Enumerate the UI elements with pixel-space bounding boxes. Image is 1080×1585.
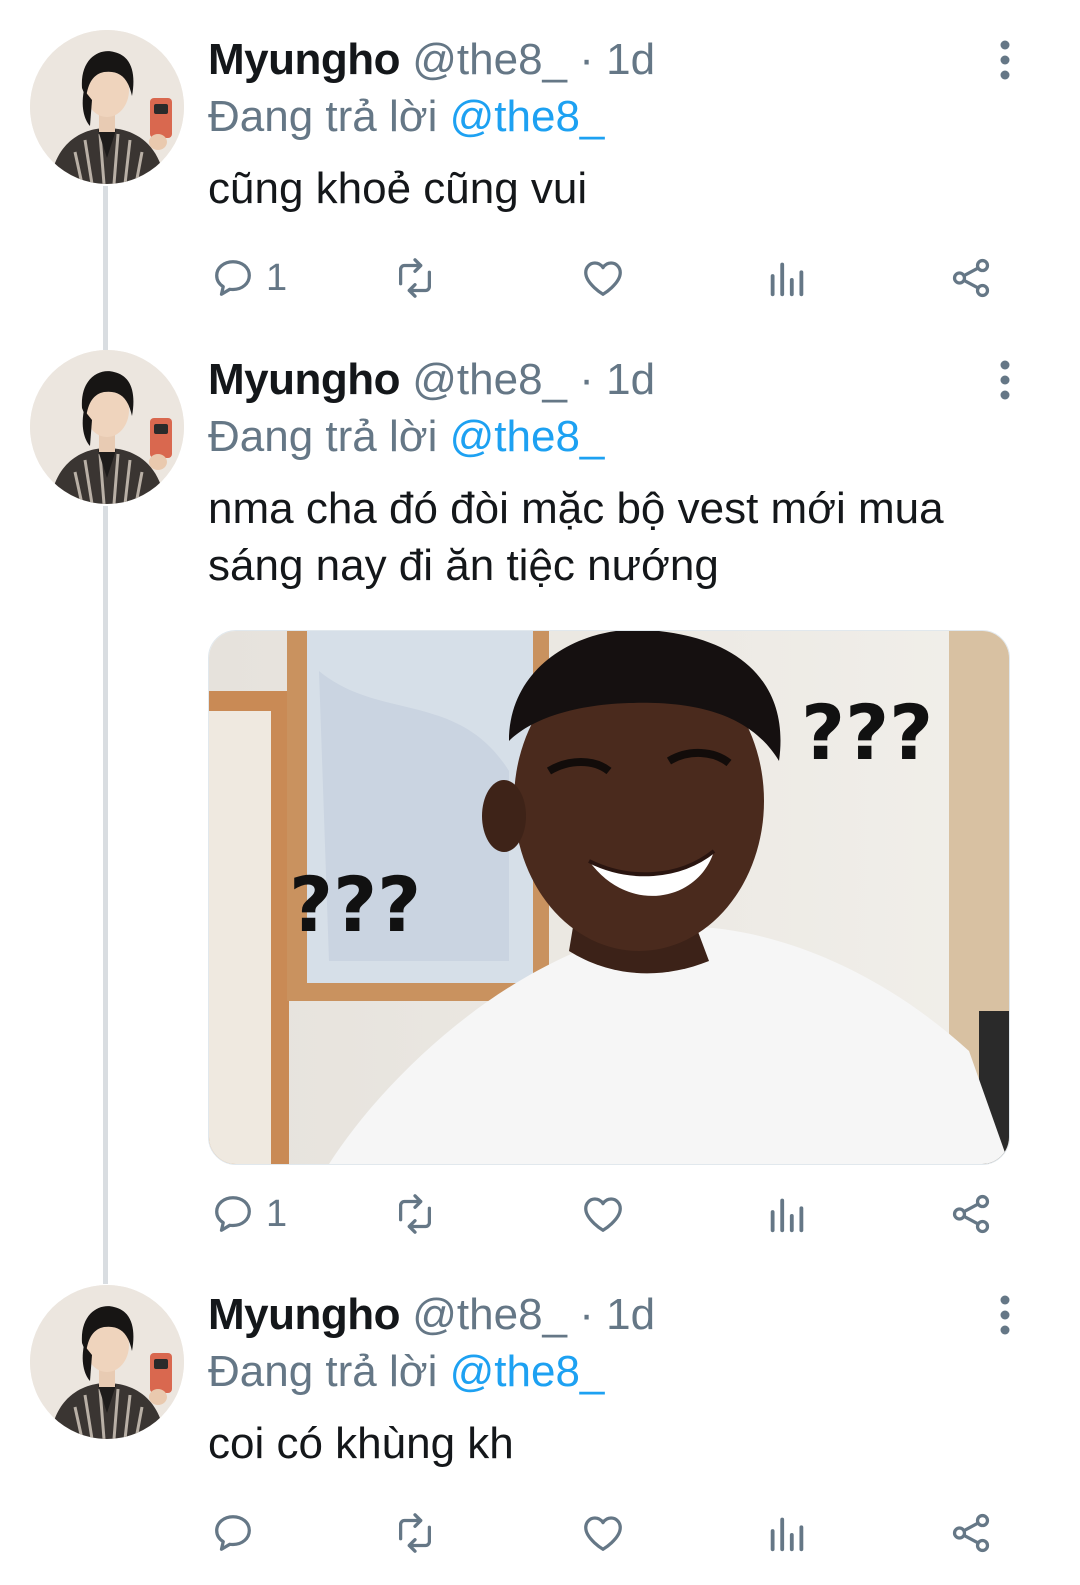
replying-to-mention[interactable]: @the8_	[450, 1347, 605, 1396]
author-handle[interactable]: @the8_	[412, 35, 567, 84]
action-bar	[0, 1505, 1080, 1561]
separator-dot: ·	[579, 355, 594, 404]
tweet[interactable]: Myungho @the8_ · 1d Đang trả lời @the8_ …	[0, 350, 1080, 1265]
retweet-icon	[398, 1513, 432, 1553]
tweet[interactable]: Myungho @the8_ · 1d Đang trả lời @the8_ …	[0, 1285, 1080, 1585]
speech-bubble-icon	[215, 1515, 251, 1551]
analytics-button[interactable]	[764, 1186, 810, 1242]
avatar[interactable]	[30, 350, 184, 504]
avatar[interactable]	[30, 1285, 184, 1439]
tweet-text: cũng khoẻ cũng vui	[208, 164, 588, 213]
author-handle[interactable]: @the8_	[412, 1290, 567, 1339]
retweet-icon	[398, 258, 432, 298]
tweet-text: coi có khùng kh	[208, 1419, 514, 1468]
reply-button[interactable]: 1	[210, 1186, 287, 1242]
action-bar: 1	[0, 250, 1080, 306]
share-icon	[952, 258, 990, 298]
avatar-photo	[30, 30, 184, 184]
replying-to-mention[interactable]: @the8_	[450, 412, 605, 461]
more-options-button[interactable]	[990, 40, 1020, 80]
avatar-photo	[30, 1285, 184, 1439]
more-options-button[interactable]	[990, 360, 1020, 400]
separator-dot: ·	[579, 35, 594, 84]
replying-to-label: Đang trả lời	[208, 412, 438, 461]
share-icon	[952, 1513, 990, 1553]
replying-to-label: Đang trả lời	[208, 1347, 438, 1396]
tweet[interactable]: Myungho @the8_ · 1d Đang trả lời @the8_ …	[0, 30, 1080, 330]
heart-icon	[584, 261, 622, 296]
retweet-button[interactable]	[392, 1505, 438, 1561]
replying-to-label: Đang trả lời	[208, 92, 438, 141]
reply-button[interactable]: 1	[210, 250, 287, 306]
share-button[interactable]	[948, 1186, 994, 1242]
avatar-photo	[30, 350, 184, 504]
heart-icon	[584, 1516, 622, 1551]
replying-to: Đang trả lời @the8_	[208, 1343, 604, 1401]
bar-chart-icon	[770, 1198, 804, 1233]
retweet-button[interactable]	[392, 1186, 438, 1242]
reply-count: 1	[266, 1192, 288, 1235]
author-name[interactable]: Myungho	[208, 1290, 401, 1339]
tweet-header: Myungho @the8_ · 1d	[208, 30, 655, 90]
replying-to: Đang trả lời @the8_	[208, 88, 604, 146]
reply-count: 1	[266, 256, 288, 299]
tweet-media-image[interactable]: ??? ???	[208, 630, 1010, 1165]
author-handle[interactable]: @the8_	[412, 355, 567, 404]
analytics-button[interactable]	[764, 250, 810, 306]
like-button[interactable]	[580, 1505, 626, 1561]
share-button[interactable]	[948, 250, 994, 306]
speech-bubble-icon	[215, 1196, 251, 1232]
bar-chart-icon	[770, 1517, 804, 1552]
heart-icon	[584, 1197, 622, 1232]
retweet-icon	[398, 1194, 432, 1234]
reply-button[interactable]	[210, 1505, 266, 1561]
vertical-dots-icon	[1000, 360, 1010, 400]
vertical-dots-icon	[1000, 1295, 1010, 1335]
like-button[interactable]	[580, 1186, 626, 1242]
retweet-button[interactable]	[392, 250, 438, 306]
like-button[interactable]	[580, 250, 626, 306]
action-bar: 1	[0, 1186, 1080, 1242]
speech-bubble-icon	[215, 260, 251, 296]
tweet-header: Myungho @the8_ · 1d	[208, 1285, 655, 1345]
more-options-button[interactable]	[990, 1295, 1020, 1335]
bar-chart-icon	[770, 262, 804, 297]
question-marks-left: ???	[289, 860, 421, 949]
replying-to-mention[interactable]: @the8_	[450, 92, 605, 141]
analytics-button[interactable]	[764, 1505, 810, 1561]
author-name[interactable]: Myungho	[208, 355, 401, 404]
tweet-header: Myungho @the8_ · 1d	[208, 350, 655, 410]
timestamp[interactable]: 1d	[606, 35, 655, 84]
author-name[interactable]: Myungho	[208, 35, 401, 84]
timestamp[interactable]: 1d	[606, 1290, 655, 1339]
timestamp[interactable]: 1d	[606, 355, 655, 404]
question-marks-right: ???	[801, 688, 933, 777]
share-icon	[952, 1194, 990, 1234]
meme-photo: ??? ???	[209, 631, 1009, 1164]
share-button[interactable]	[948, 1505, 994, 1561]
avatar[interactable]	[30, 30, 184, 184]
tweet-text: nma cha đó đòi mặc bộ vest mới mua sáng …	[208, 484, 944, 590]
separator-dot: ·	[579, 1290, 594, 1339]
replying-to: Đang trả lời @the8_	[208, 408, 604, 466]
vertical-dots-icon	[1000, 40, 1010, 80]
